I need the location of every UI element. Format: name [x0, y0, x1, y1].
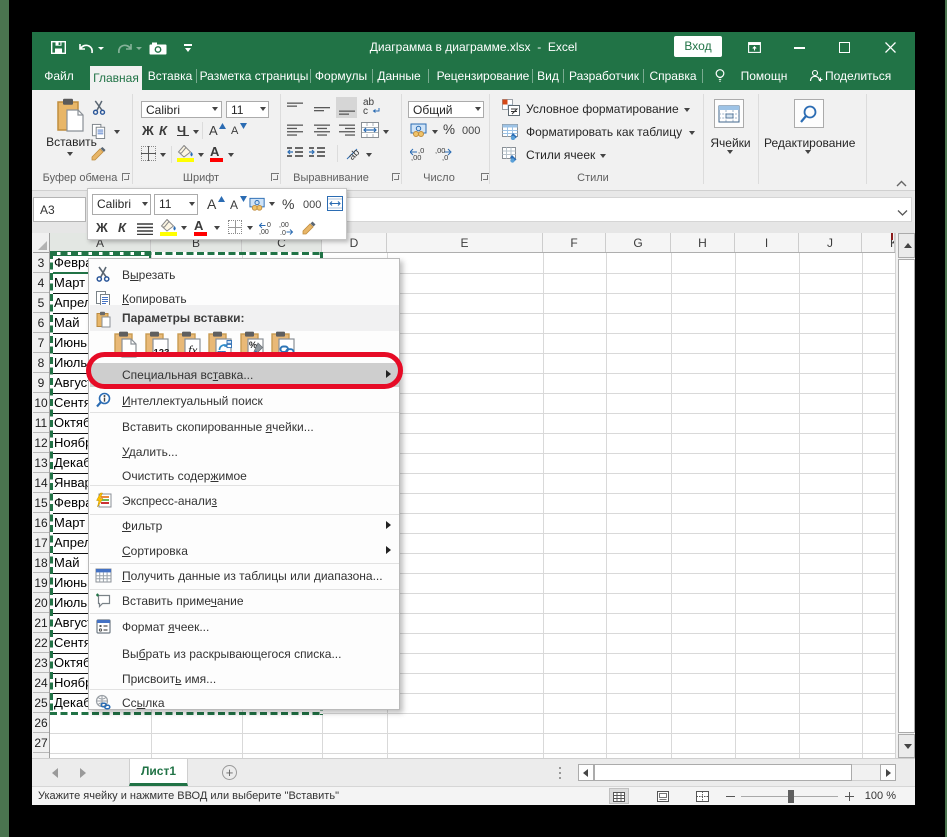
svg-text:,00: ,00: [411, 153, 421, 161]
svg-text:,0: ,0: [442, 153, 448, 161]
svg-text:,00: ,00: [279, 222, 289, 229]
svg-text:0: 0: [267, 222, 271, 229]
svg-text:ab: ab: [347, 147, 363, 161]
svg-text:,0: ,0: [280, 230, 286, 235]
svg-text:,00: ,00: [259, 229, 269, 235]
